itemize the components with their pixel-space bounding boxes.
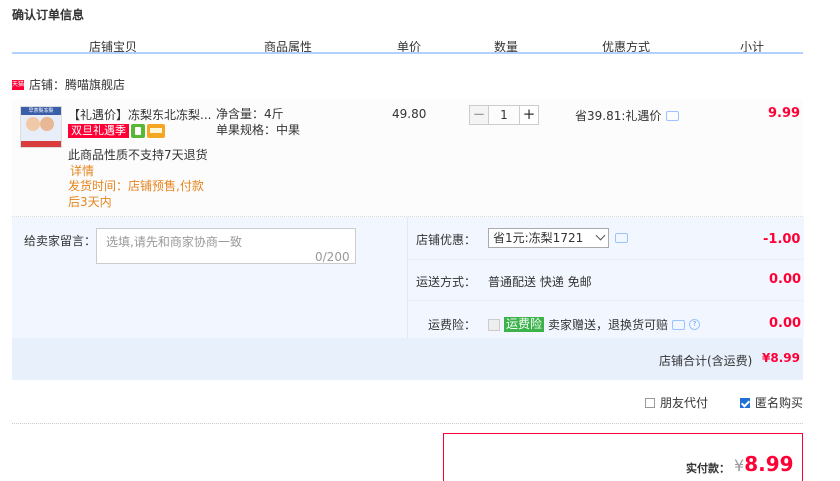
unit-price: 49.80 [392,107,427,121]
credit-card-icon[interactable] [147,124,165,138]
shop-discount-select[interactable]: 省1元:冻梨1721 [488,228,609,248]
friend-pay-option[interactable]: 朋友代付 [645,394,708,411]
shop-discount-amount: -1.00 [763,232,801,247]
insurance-amount: 0.00 [769,316,802,331]
tmall-shop-icon: 天猫 [12,79,25,90]
shop-discount-value: 省1元:冻梨1721 [493,231,584,245]
divider [407,300,803,301]
insurance-label: 运费险： [428,318,477,332]
anonymous-label: 匿名购买 [755,396,804,410]
shop-total-label: 店铺合计(含运费) [659,354,753,368]
product-tags: 双旦礼遇季 [68,124,165,138]
pay-value: 8.99 [744,452,794,476]
insurance-text: 卖家赠送，退换货可赔 [548,318,669,332]
pay-amount: ¥8.99 [734,452,794,476]
chevron-down-icon [595,230,606,241]
pay-label: 实付款： [686,462,730,475]
page-title: 确认订单信息 [12,8,85,22]
shop-name[interactable]: 店铺：腾喵旗舰店 [29,76,125,93]
item-subtotal: 9.99 [768,106,801,121]
product-name-link[interactable]: 【礼遇价】冻梨东北冻梨... [68,106,214,123]
qty-plus-button[interactable]: + [519,105,539,125]
insurance-row: 运费险 卖家赠送，退换货可赔 ? [488,316,701,333]
delivery-value: 普通配送 快递 免邮 [488,275,592,289]
friend-pay-checkbox[interactable] [645,397,655,408]
item-discount: 省39.81:礼遇价 [575,107,680,124]
shop-row: 天猫 店铺：腾喵旗舰店 [12,76,125,93]
ship-time: 发货时间：店铺预售,付款后3天内 [68,179,204,209]
chat-bubble-icon[interactable] [672,319,686,330]
divider [407,259,803,260]
delivery-label: 运送方式： [416,275,477,289]
anonymous-option[interactable]: 匿名购买 [740,394,803,411]
shop-total-amount: ¥8.99 [762,351,800,365]
discount-text: 省39.81:礼遇价 [575,109,662,123]
shop-discount-label: 店铺优惠： [416,233,477,247]
attr-weight: 净含量：4斤 [216,107,284,121]
detail-link[interactable]: 详情 [70,162,94,179]
no-return-notice: 此商品性质不支持7天退货 [68,148,208,162]
header-divider [12,52,803,54]
chat-bubble-icon[interactable] [615,233,628,243]
chat-bubble-icon[interactable] [666,110,680,121]
divider [12,423,803,424]
guarantee-icon[interactable] [131,124,145,138]
friend-pay-label: 朋友代付 [660,396,709,410]
message-counter: 0/200 [315,250,350,264]
insurance-tag: 运费险 [504,317,545,332]
product-attributes: 净含量：4斤 单果规格：中果 [216,106,300,138]
pay-currency: ¥ [734,456,745,475]
anonymous-checkbox[interactable] [740,397,750,408]
insurance-checkbox [488,318,500,331]
delivery-amount: 0.00 [769,272,802,287]
product-thumbnail[interactable]: 早茶梨冻梨 [20,106,62,148]
quantity-stepper: − 1 + [469,105,539,125]
message-label: 给卖家留言： [24,234,97,248]
qty-minus-button[interactable]: − [469,105,489,125]
attr-spec: 单果规格：中果 [216,123,301,137]
qty-input[interactable]: 1 [489,105,519,125]
promo-tag: 双旦礼遇季 [68,124,129,138]
help-icon[interactable]: ? [689,319,701,330]
message-placeholder: 选填,请先和商家协商一致 [106,235,242,249]
